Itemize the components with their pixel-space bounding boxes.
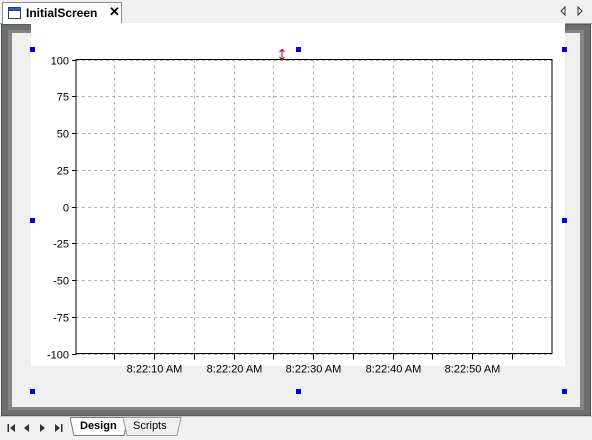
previous-page-icon[interactable] bbox=[22, 423, 31, 433]
x-tick-label: 8:22:50 AM bbox=[445, 364, 501, 376]
view-tab-strip: Design Scripts bbox=[0, 416, 592, 440]
x-tick-label: 8:22:30 AM bbox=[286, 364, 342, 376]
y-tick-label: -25 bbox=[53, 239, 69, 251]
resize-vertical-icon bbox=[279, 48, 285, 61]
selection-handle-bottom-right[interactable] bbox=[562, 389, 567, 394]
y-tick-label: 25 bbox=[57, 166, 69, 178]
chart-grid bbox=[76, 59, 552, 355]
last-page-icon[interactable] bbox=[54, 423, 63, 433]
selection-handle-top[interactable] bbox=[296, 47, 301, 52]
selection-handle-top-left[interactable] bbox=[30, 47, 35, 52]
x-tick-label: 8:22:10 AM bbox=[127, 364, 183, 376]
x-tick-label: 8:22:20 AM bbox=[207, 364, 263, 376]
y-tick-label: -75 bbox=[53, 313, 69, 325]
y-tick-label: 100 bbox=[51, 56, 69, 68]
tab-design-label: Design bbox=[80, 420, 117, 432]
x-tick-label: 8:22:40 AM bbox=[366, 364, 422, 376]
y-tick-label: 75 bbox=[57, 92, 69, 104]
y-tick-label: 50 bbox=[57, 129, 69, 141]
selection-handle-bottom-left[interactable] bbox=[30, 389, 35, 394]
selection-handle-top-right[interactable] bbox=[562, 47, 567, 52]
tab-scripts-label: Scripts bbox=[133, 420, 167, 432]
y-tick-label: 0 bbox=[63, 203, 69, 215]
y-axis: 100 75 50 25 0 -25 -50 -75 -100 bbox=[47, 56, 76, 362]
first-page-icon[interactable] bbox=[7, 423, 16, 433]
selection-handle-right[interactable] bbox=[562, 218, 567, 223]
trend-chart: 100 75 50 25 0 -25 -50 -75 -100 8:22:10 AM 8:22:2… bbox=[47, 48, 553, 376]
y-tick-label: -100 bbox=[47, 350, 69, 362]
y-tick-label: -50 bbox=[53, 276, 69, 288]
next-page-icon[interactable] bbox=[38, 423, 47, 433]
x-axis: 8:22:10 AM 8:22:20 AM 8:22:30 AM 8:22:40 AM… bbox=[114, 353, 513, 376]
selection-handle-bottom[interactable] bbox=[296, 389, 301, 394]
selection-handle-left[interactable] bbox=[30, 218, 35, 223]
